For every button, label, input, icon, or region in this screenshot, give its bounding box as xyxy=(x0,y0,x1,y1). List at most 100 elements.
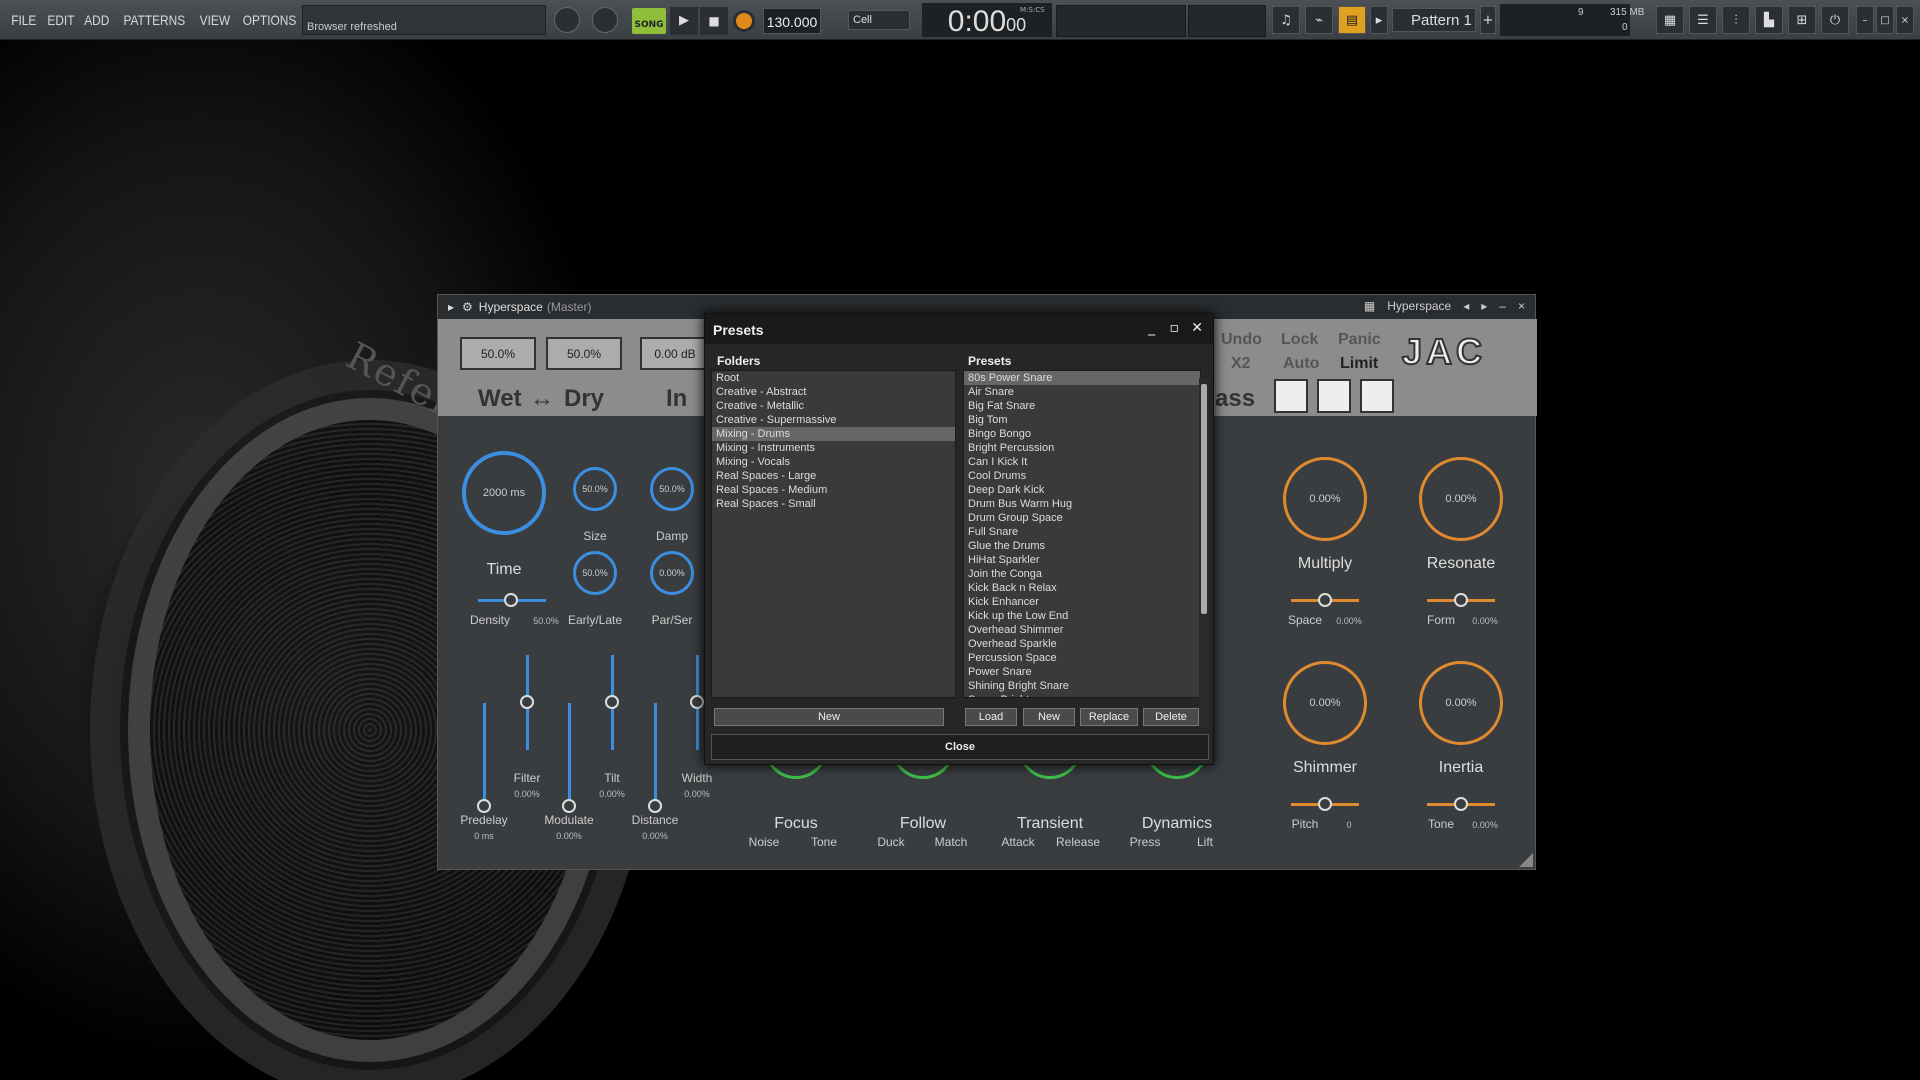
preset-item[interactable]: Power Snare xyxy=(964,665,1200,679)
preset-scroll-thumb[interactable] xyxy=(1201,384,1207,614)
folder-item[interactable]: Mixing - Vocals xyxy=(712,455,955,469)
loop-icon[interactable] xyxy=(554,7,580,33)
menu-item-patterns[interactable]: PATTERNS xyxy=(121,12,188,28)
dice-one-icon[interactable] xyxy=(1274,379,1308,413)
multiply-slider-thumb[interactable] xyxy=(1318,593,1332,607)
song-mode-button[interactable]: SONG xyxy=(632,8,666,34)
density-slider-thumb[interactable] xyxy=(504,593,518,607)
preset-item[interactable]: Percussion Space xyxy=(964,651,1200,665)
preset-item[interactable]: Air Snare xyxy=(964,385,1200,399)
preset-item[interactable]: Snare Brightener xyxy=(964,693,1200,697)
predelay-slider-track[interactable] xyxy=(483,703,486,803)
menu-item-edit[interactable]: EDIT xyxy=(44,12,76,28)
menu-item-options[interactable]: OPTIONS xyxy=(241,12,300,28)
preset-scrollbar[interactable] xyxy=(1199,378,1209,728)
inertia-slider-thumb[interactable] xyxy=(1454,797,1468,811)
minimize-icon[interactable]: – xyxy=(1856,6,1874,34)
prev-preset-icon[interactable]: ◂ xyxy=(1463,299,1469,313)
filter-slider-thumb[interactable] xyxy=(520,695,534,709)
lock-button[interactable]: Lock xyxy=(1281,331,1318,349)
menu-item-file[interactable]: FILE xyxy=(9,12,39,28)
record-icon[interactable] xyxy=(733,10,755,32)
pattern-prev-icon[interactable]: ▸ xyxy=(1370,6,1388,34)
preset-item[interactable]: Overhead Shimmer xyxy=(964,623,1200,637)
dice-five-icon[interactable] xyxy=(1360,379,1394,413)
tempo-display[interactable]: 130.000 xyxy=(763,8,821,34)
power-icon[interactable]: ⏻ xyxy=(1821,6,1849,34)
folder-item[interactable]: Real Spaces - Small xyxy=(712,497,955,511)
modulate-slider-thumb[interactable] xyxy=(562,799,576,813)
preset-item[interactable]: Glue the Drums xyxy=(964,539,1200,553)
folder-item[interactable]: Mixing - Drums xyxy=(712,427,955,441)
size-knob[interactable]: 50.0% xyxy=(573,467,617,511)
maximize-icon[interactable]: □ xyxy=(1876,6,1894,34)
presets-close-button[interactable]: Close xyxy=(711,734,1209,760)
preset-item[interactable]: Kick Enhancer xyxy=(964,595,1200,609)
early-late-knob[interactable]: 50.0% xyxy=(573,551,617,595)
shimmer-slider-thumb[interactable] xyxy=(1318,797,1332,811)
limit-button[interactable]: Limit xyxy=(1340,355,1378,373)
piano-roll-icon[interactable]: ▙ xyxy=(1755,6,1783,34)
browser-icon[interactable]: ⊞ xyxy=(1788,6,1816,34)
collapse-arrow-icon[interactable]: ▸ xyxy=(448,300,454,314)
inertia-knob[interactable]: 0.00% xyxy=(1419,661,1503,745)
playlist-icon[interactable]: ▦ xyxy=(1656,6,1684,34)
input-gain-box[interactable]: 0.00 dB xyxy=(640,337,710,370)
presets-minimize-icon[interactable]: _ xyxy=(1148,320,1155,336)
dice-three-icon[interactable] xyxy=(1317,379,1351,413)
replace-button[interactable]: Replace xyxy=(1080,708,1138,726)
resonate-slider-thumb[interactable] xyxy=(1454,593,1468,607)
preset-item[interactable]: Shining Bright Snare xyxy=(964,679,1200,693)
distance-slider-track[interactable] xyxy=(654,703,657,803)
preset-item[interactable]: Drum Group Space xyxy=(964,511,1200,525)
folder-item[interactable]: Root xyxy=(712,371,955,385)
preset-item[interactable]: Kick Back n Relax xyxy=(964,581,1200,595)
pattern-selector[interactable]: Pattern 1 xyxy=(1392,8,1476,32)
menu-item-add[interactable]: ADD xyxy=(82,12,112,28)
delete-button[interactable]: Delete xyxy=(1143,708,1199,726)
metronome-icon[interactable] xyxy=(592,7,618,33)
load-button[interactable]: Load xyxy=(965,708,1017,726)
preset-item[interactable]: Big Tom xyxy=(964,413,1200,427)
preset-item[interactable]: 80s Power Snare xyxy=(964,371,1200,385)
wet-value-box[interactable]: 50.0% xyxy=(460,337,536,370)
snap-selector[interactable]: Cell xyxy=(848,10,910,30)
folder-new-button[interactable]: New xyxy=(714,708,944,726)
presets-maximize-icon[interactable]: ▫ xyxy=(1170,320,1180,336)
modulate-slider-track[interactable] xyxy=(568,703,571,803)
typing-keyboard-icon[interactable]: ♫ xyxy=(1272,6,1300,34)
play-icon[interactable]: ▶ xyxy=(670,7,698,35)
preset-item[interactable]: Bright Percussion xyxy=(964,441,1200,455)
preset-item[interactable]: Full Snare xyxy=(964,525,1200,539)
mixer-icon[interactable]: ⫶ xyxy=(1722,6,1750,34)
tilt-slider-thumb[interactable] xyxy=(605,695,619,709)
auto-button[interactable]: Auto xyxy=(1283,355,1319,373)
width-slider-thumb[interactable] xyxy=(690,695,704,709)
folder-item[interactable]: Real Spaces - Medium xyxy=(712,483,955,497)
stop-icon[interactable]: ■ xyxy=(700,7,728,35)
menu-item-view[interactable]: VIEW xyxy=(197,12,233,28)
x2-button[interactable]: X2 xyxy=(1231,355,1251,373)
preset-item[interactable]: Cool Drums xyxy=(964,469,1200,483)
plugin-menu-icon[interactable]: ▦ xyxy=(1364,299,1375,313)
preset-item[interactable]: Join the Conga xyxy=(964,567,1200,581)
next-preset-icon[interactable]: ▸ xyxy=(1481,299,1487,313)
channel-rack-icon[interactable]: ☰ xyxy=(1689,6,1717,34)
preset-item[interactable]: Drum Bus Warm Hug xyxy=(964,497,1200,511)
dry-value-box[interactable]: 50.0% xyxy=(546,337,622,370)
presets-close-icon[interactable]: ✕ xyxy=(1191,320,1203,336)
preset-item[interactable]: HiHat Sparkler xyxy=(964,553,1200,567)
preset-item[interactable]: Can I Kick It xyxy=(964,455,1200,469)
time-knob[interactable]: 2000 ms xyxy=(462,451,546,535)
close-icon[interactable]: × xyxy=(1896,6,1914,34)
add-pattern-icon[interactable]: + xyxy=(1480,6,1496,34)
multiply-knob[interactable]: 0.00% xyxy=(1283,457,1367,541)
plugin-minimize-icon[interactable]: – xyxy=(1499,299,1506,313)
preset-item[interactable]: Kick up the Low End xyxy=(964,609,1200,623)
resize-grip-icon[interactable] xyxy=(1519,853,1533,867)
plugin-close-icon[interactable]: × xyxy=(1518,299,1525,313)
damp-knob[interactable]: 50.0% xyxy=(650,467,694,511)
preset-item[interactable]: Deep Dark Kick xyxy=(964,483,1200,497)
pattern-mode-icon[interactable]: ▤ xyxy=(1338,6,1366,34)
predelay-slider-thumb[interactable] xyxy=(477,799,491,813)
